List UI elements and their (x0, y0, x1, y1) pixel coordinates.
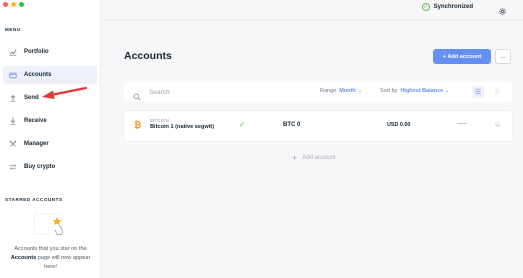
starred-accounts-illustration (32, 212, 68, 238)
menu-section-label: MENU (5, 27, 21, 32)
sync-status[interactable]: ✓ Synchronized (421, 3, 473, 11)
more-options-button[interactable]: ... (495, 49, 511, 64)
portfolio-icon (9, 48, 17, 56)
sync-status-label: Synchronized (433, 4, 473, 10)
sidebar-item-label: Portfolio (24, 49, 49, 55)
send-icon (9, 94, 17, 102)
account-balance: BTC 0 (283, 122, 301, 128)
close-window-button[interactable] (3, 2, 8, 7)
list-view-toggle-icon[interactable]: ☰ (472, 86, 484, 98)
sidebar: MENU Portfolio Accounts Send Receive Man… (0, 0, 101, 278)
topbar-divider (102, 20, 523, 21)
account-currency: BITCOIN (150, 118, 170, 123)
search-input[interactable] (149, 88, 289, 96)
sidebar-item-label: Accounts (24, 72, 52, 78)
annotation-arrow-icon (42, 86, 88, 99)
chevron-down-icon: ⌄ (357, 88, 362, 94)
starred-accounts-label: STARRED ACCOUNTS (5, 197, 63, 202)
add-account-row-label: Add account (302, 155, 336, 161)
page-title: Accounts (124, 50, 172, 62)
chevron-down-icon: ⌄ (445, 88, 450, 94)
sidebar-item-label: Receive (24, 118, 47, 124)
manager-icon (9, 140, 17, 148)
sidebar-item-accounts[interactable]: Accounts (3, 66, 97, 84)
sidebar-item-portfolio[interactable]: Portfolio (3, 43, 97, 61)
minimize-window-button[interactable] (11, 2, 16, 7)
sidebar-item-label: Send (24, 95, 39, 101)
synced-check-icon: ✓ (239, 120, 246, 129)
add-account-row[interactable]: + Add account (292, 153, 336, 163)
search-icon (133, 88, 141, 101)
sidebar-item-receive[interactable]: Receive (3, 112, 97, 130)
bitcoin-icon: ₿ (134, 120, 142, 130)
account-name: Bitcoin 1 (native segwit) (150, 124, 215, 130)
account-row[interactable]: ₿ BITCOIN Bitcoin 1 (native segwit) ✓ BT… (124, 111, 512, 141)
settings-gear-icon[interactable] (498, 3, 507, 15)
sidebar-item-buy-crypto[interactable]: Buy crypto (3, 158, 97, 176)
range-filter[interactable]: Range Month ⌄ (320, 88, 362, 94)
check-circle-icon: ✓ (421, 3, 430, 11)
add-account-button[interactable]: + Add account (433, 49, 491, 64)
sidebar-item-manager[interactable]: Manager (3, 135, 97, 153)
zoom-window-button[interactable] (19, 2, 24, 7)
star-icon[interactable]: ☆ (494, 120, 501, 129)
receive-icon (9, 117, 17, 125)
accounts-icon (9, 71, 17, 79)
account-countervalue: USD 0.00 (387, 122, 411, 128)
plus-icon: + (292, 153, 298, 163)
sidebar-item-label: Manager (24, 141, 49, 147)
sidebar-item-label: Buy crypto (24, 164, 56, 170)
sort-filter[interactable]: Sort by Highest Balance ⌄ (380, 88, 449, 94)
grid-view-toggle-icon[interactable]: ⁞⁞ (491, 86, 503, 98)
window-controls (3, 2, 24, 7)
starred-accounts-empty-text: Accounts that you star on the Accounts p… (10, 246, 91, 270)
accounts-toolbar: Range Month ⌄ Sort by Highest Balance ⌄ … (124, 82, 512, 102)
buy-crypto-icon (9, 163, 17, 171)
sparkline-placeholder: — (457, 118, 467, 129)
